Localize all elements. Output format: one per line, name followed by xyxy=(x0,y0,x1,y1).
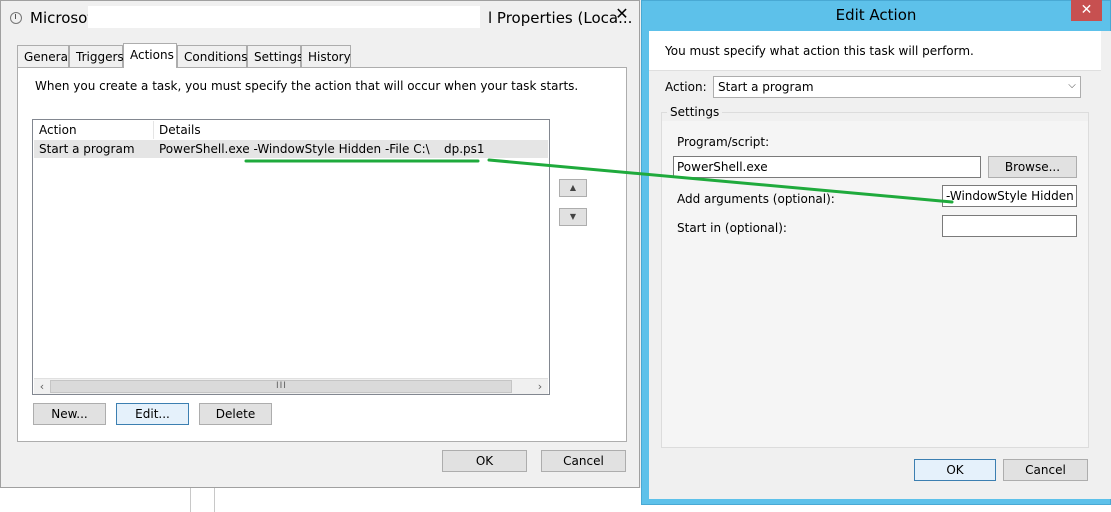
row-details-cell: PowerShell.exe -WindowStyle Hidden -File… xyxy=(159,142,430,156)
cancel-button[interactable]: Cancel xyxy=(541,450,626,472)
start-in-input[interactable] xyxy=(942,215,1077,237)
dialog-cancel-button[interactable]: Cancel xyxy=(1003,459,1088,481)
column-header-details[interactable]: Details xyxy=(159,121,201,139)
scrollbar-grip: III xyxy=(276,381,287,391)
program-script-input[interactable]: PowerShell.exe xyxy=(673,156,981,178)
column-separator[interactable] xyxy=(153,121,154,139)
right-edge-strip xyxy=(1101,31,1111,491)
browse-button[interactable]: Browse... xyxy=(988,156,1077,178)
tab-settings[interactable]: Settings xyxy=(247,45,303,67)
tab-general[interactable]: General xyxy=(17,45,71,67)
move-down-button[interactable]: ▼ xyxy=(559,208,587,226)
tab-history[interactable]: History xyxy=(301,45,351,67)
tab-triggers[interactable]: Triggers xyxy=(69,45,124,67)
row-details-filename: dp.ps1 xyxy=(444,142,485,156)
redacted-title-area xyxy=(88,6,480,28)
caret-up-icon: ▲ xyxy=(569,183,577,192)
row-action-cell: Start a program xyxy=(39,142,135,156)
close-icon[interactable]: ✕ xyxy=(610,4,634,24)
scroll-left-icon[interactable]: ‹ xyxy=(34,379,50,395)
action-label: Action: xyxy=(665,80,707,94)
background-divider xyxy=(190,488,191,512)
caret-down-icon: ▼ xyxy=(569,212,577,221)
dialog-ok-button[interactable]: OK xyxy=(914,459,996,481)
add-arguments-label: Add arguments (optional): xyxy=(677,192,835,206)
dialog-prompt: You must specify what action this task w… xyxy=(665,44,974,58)
program-script-label: Program/script: xyxy=(677,135,770,149)
clock-icon xyxy=(10,12,22,24)
window-title: Microsof xyxy=(30,9,93,27)
new-button[interactable]: New... xyxy=(33,403,106,425)
start-in-label: Start in (optional): xyxy=(677,221,787,235)
background-divider xyxy=(214,488,215,512)
scroll-right-icon[interactable]: › xyxy=(532,379,548,395)
ok-button[interactable]: OK xyxy=(442,450,527,472)
actions-list[interactable] xyxy=(32,119,550,395)
chevron-down-icon[interactable]: ⌵ xyxy=(1063,76,1081,98)
delete-button[interactable]: Delete xyxy=(199,403,272,425)
move-up-button[interactable]: ▲ xyxy=(559,179,587,197)
edit-button[interactable]: Edit... xyxy=(116,403,189,425)
dialog-title: Edit Action xyxy=(835,6,917,24)
settings-group-label: Settings xyxy=(667,105,723,119)
column-header-action[interactable]: Action xyxy=(39,121,77,139)
actions-intro-text: When you create a task, you must specify… xyxy=(35,79,579,93)
add-arguments-input[interactable]: -WindowStyle Hidden -F xyxy=(942,185,1077,207)
dialog-close-icon[interactable]: ✕ xyxy=(1071,0,1102,21)
tab-actions[interactable]: Actions xyxy=(123,43,177,68)
tab-conditions[interactable]: Conditions xyxy=(177,45,248,67)
action-select[interactable]: Start a program xyxy=(713,76,1081,98)
